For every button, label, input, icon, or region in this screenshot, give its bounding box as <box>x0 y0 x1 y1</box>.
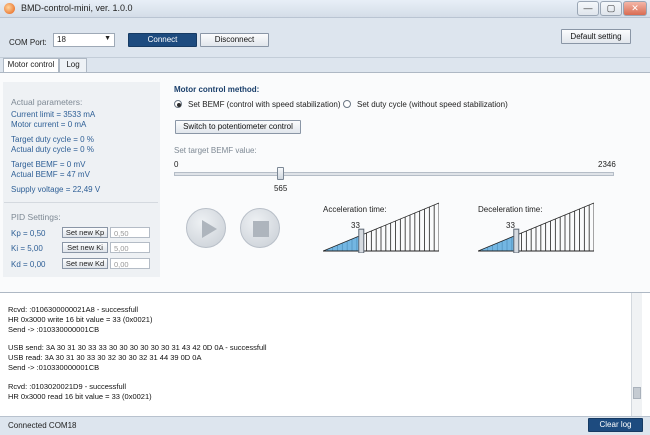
ki-input[interactable]: 5,00 <box>110 242 150 253</box>
log-line: Rcvd: :0103020021D9 - successfull <box>8 382 126 391</box>
kp-label: Kp = 0,50 <box>11 229 46 238</box>
default-setting-button[interactable]: Default setting <box>561 29 631 44</box>
slider-min-label: 0 <box>174 160 179 169</box>
minimize-button[interactable]: — <box>577 1 599 16</box>
log-line: Send -> :010330000001CB <box>8 363 100 372</box>
chevron-down-icon: ▼ <box>104 35 111 42</box>
log-line: Rcvd: :0106300000021A8 - successfull <box>8 305 139 314</box>
actual-parameters-heading: Actual parameters: <box>11 97 83 107</box>
radio-set-bemf[interactable] <box>174 100 182 108</box>
close-button[interactable]: ✕ <box>623 1 647 16</box>
scrollbar-thumb[interactable] <box>633 387 641 399</box>
target-bemf-value: Target BEMF = 0 mV <box>11 160 86 169</box>
log-line: USB send: 3A 30 31 30 33 33 30 30 30 30 … <box>8 343 267 352</box>
slider-max-label: 2346 <box>598 160 616 169</box>
log-line: USB read: 3A 30 31 30 33 30 32 30 30 32 … <box>8 353 202 362</box>
ki-label: Ki = 5,00 <box>11 244 43 253</box>
com-port-label: COM Port: <box>9 38 47 47</box>
set-bemf-label: Set BEMF (control with speed stabilizati… <box>188 100 341 109</box>
acceleration-ramp[interactable] <box>323 198 439 253</box>
connection-status: Connected COM18 <box>8 421 77 430</box>
set-kd-button[interactable]: Set new Kd <box>62 258 108 269</box>
play-icon <box>202 220 217 238</box>
acceleration-handle[interactable] <box>358 228 365 253</box>
kd-input[interactable]: 0,00 <box>110 258 150 269</box>
bemf-slider-thumb[interactable] <box>276 167 284 180</box>
actual-duty-value: Actual duty cycle = 0 % <box>11 145 94 154</box>
com-port-value: 18 <box>57 35 66 44</box>
slider-value-label: 565 <box>273 184 288 193</box>
tab-motor-control[interactable]: Motor control <box>3 58 59 72</box>
target-duty-value: Target duty cycle = 0 % <box>11 135 94 144</box>
play-button[interactable] <box>186 208 226 248</box>
motor-control-method-heading: Motor control method: <box>174 85 260 94</box>
actual-bemf-value: Actual BEMF = 47 mV <box>11 170 90 179</box>
panel-divider <box>4 202 158 203</box>
log-line: Send -> :010330000001CB <box>8 325 100 334</box>
log-line: HR 0x3000 read 16 bit value = 33 (0x0021… <box>8 392 152 401</box>
kd-label: Kd = 0,00 <box>11 260 46 269</box>
target-bemf-label: Set target BEMF value: <box>174 146 257 155</box>
kp-input[interactable]: 0,50 <box>110 227 150 238</box>
stop-icon <box>253 221 269 237</box>
switch-potentiometer-button[interactable]: Switch to potentiometer control <box>175 120 301 134</box>
clear-log-button[interactable]: Clear log <box>588 418 643 432</box>
window-title: BMD-control-mini, ver. 1.0.0 <box>21 3 133 13</box>
set-duty-cycle-label: Set duty cycle (without speed stabilizat… <box>357 100 508 109</box>
set-kp-button[interactable]: Set new Kp <box>62 227 108 238</box>
supply-voltage-value: Supply voltage = 22,49 V <box>11 185 101 194</box>
app-icon <box>4 3 15 14</box>
current-limit-value: Current limit = 3533 mA <box>11 110 96 119</box>
bemf-slider-track[interactable] <box>174 172 614 176</box>
disconnect-button[interactable]: Disconnect <box>200 33 269 47</box>
log-line: HR 0x3000 write 16 bit value = 33 (0x002… <box>8 315 153 324</box>
com-port-select[interactable]: 18 ▼ <box>53 33 115 47</box>
maximize-button[interactable]: ▢ <box>600 1 622 16</box>
radio-set-duty-cycle[interactable] <box>343 100 351 108</box>
deceleration-ramp[interactable] <box>478 198 594 253</box>
motor-current-value: Motor current = 0 mA <box>11 120 87 129</box>
tab-strip <box>0 58 650 72</box>
log-scrollbar[interactable] <box>631 293 642 416</box>
stop-button[interactable] <box>240 208 280 248</box>
status-bar <box>0 416 650 435</box>
connect-button[interactable]: Connect <box>128 33 197 47</box>
set-ki-button[interactable]: Set new Ki <box>62 242 108 253</box>
pid-settings-heading: PID Settings: <box>11 212 61 222</box>
tab-log[interactable]: Log <box>59 58 87 72</box>
deceleration-handle[interactable] <box>513 228 520 253</box>
